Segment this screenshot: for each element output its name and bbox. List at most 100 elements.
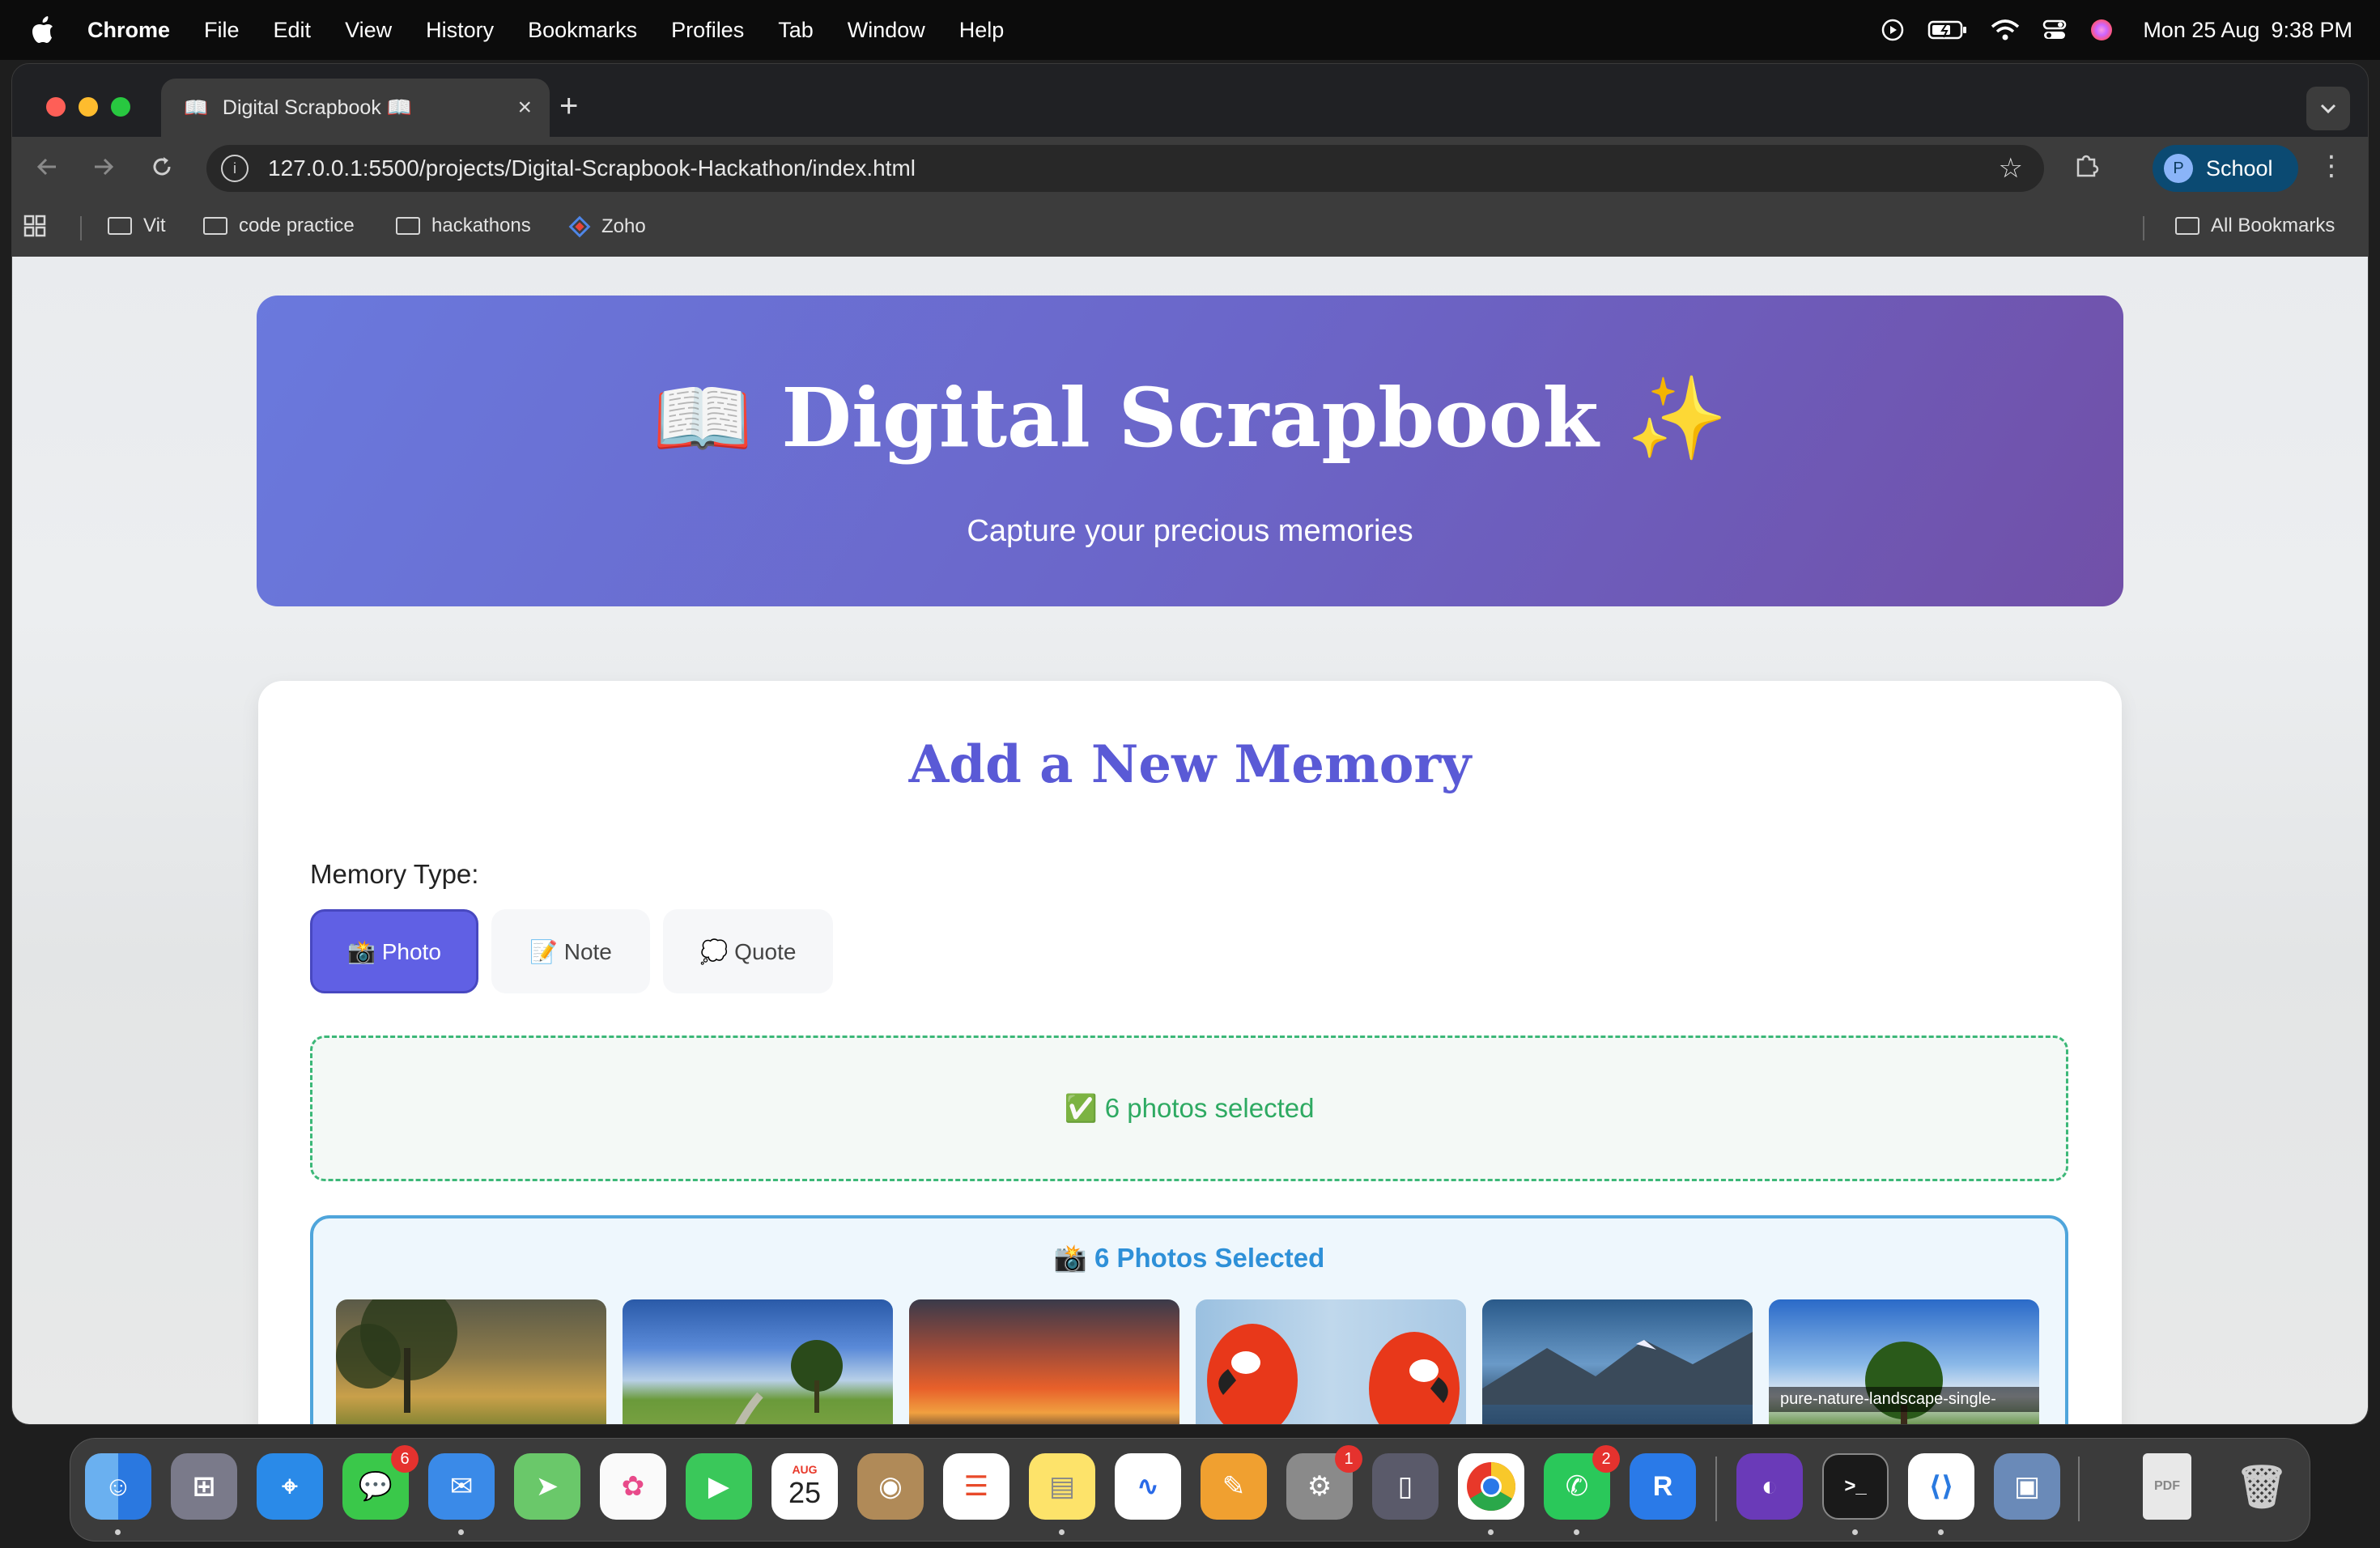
type-quote-button[interactable]: 💭 Quote — [663, 909, 833, 993]
photo-thumbnail[interactable] — [623, 1299, 893, 1424]
dock-separator — [1715, 1457, 1717, 1521]
menu-app-chrome[interactable]: Chrome — [87, 18, 170, 43]
puzzle-icon — [2076, 155, 2099, 177]
photo-thumbnail[interactable] — [909, 1299, 1179, 1424]
close-tab-icon[interactable]: × — [517, 94, 532, 121]
system-settings-icon[interactable]: ⚙ 1 — [1286, 1445, 1362, 1520]
menu-view[interactable]: View — [345, 18, 392, 43]
screen-recording-icon[interactable] — [1881, 18, 1905, 42]
all-bookmarks-button[interactable]: All Bookmarks — [2175, 215, 2335, 237]
reminders-icon[interactable]: ☰ — [943, 1453, 1009, 1520]
bookmark-zoho[interactable]: Zoho — [567, 215, 646, 239]
apple-icon[interactable] — [31, 16, 55, 44]
finder-icon[interactable]: ☺ — [85, 1453, 151, 1520]
photo-caption: pure-nature-landscape-single- — [1769, 1387, 2039, 1412]
github-desktop-icon[interactable]: ◐ — [1736, 1453, 1803, 1520]
type-photo-button[interactable]: 📸 Photo — [310, 909, 478, 993]
siri-icon[interactable] — [2089, 18, 2114, 42]
menu-file[interactable]: File — [204, 18, 240, 43]
system-settings-badge: 1 — [1335, 1445, 1362, 1473]
tab-search-button[interactable] — [2306, 87, 2350, 130]
mail-icon[interactable]: ✉ — [428, 1453, 495, 1520]
launchpad-icon[interactable]: ⊞ — [171, 1453, 237, 1520]
maps-icon[interactable]: ➤ — [514, 1453, 580, 1520]
battery-icon[interactable] — [1927, 19, 1968, 40]
vscode-icon[interactable]: ⟨⟩ — [1908, 1453, 1974, 1520]
menu-profiles[interactable]: Profiles — [671, 18, 744, 43]
hero-banner: 📖 Digital Scrapbook ✨ Capture your preci… — [257, 296, 2123, 606]
contacts-icon[interactable]: ◉ — [857, 1453, 924, 1520]
chrome-icon[interactable] — [1458, 1453, 1524, 1520]
photo-upload-dropzone[interactable]: ✅ 6 photos selected — [310, 1036, 2068, 1181]
clock-time[interactable]: 9:38 PM — [2271, 18, 2352, 43]
bookmark-star-icon[interactable]: ☆ — [1999, 152, 2023, 185]
iphone-mirroring-icon[interactable]: ▯ — [1372, 1453, 1439, 1520]
freeform-icon[interactable]: ∿ — [1115, 1453, 1181, 1520]
menu-help[interactable]: Help — [959, 18, 1005, 43]
bookmark-label: Vit — [143, 215, 166, 236]
photo-thumbnail[interactable]: pure-nature-landscape-single- — [1769, 1299, 2039, 1424]
calendar-month: AUG — [792, 1463, 818, 1476]
messages-icon[interactable]: 💬 6 — [342, 1445, 419, 1520]
terminal-icon[interactable]: >_ — [1822, 1453, 1889, 1520]
bookmark-label: code practice — [239, 215, 355, 236]
address-bar[interactable]: i 127.0.0.1:5500/projects/Digital-Scrapb… — [206, 145, 2044, 192]
bookmark-vit[interactable]: Vit — [108, 215, 166, 237]
menu-history[interactable]: History — [426, 18, 494, 43]
whatsapp-icon[interactable]: ✆ 2 — [1544, 1445, 1620, 1520]
trash-icon[interactable]: 🗑 — [2229, 1453, 2295, 1520]
more-menu-icon[interactable]: ⋮ — [2318, 150, 2345, 182]
divider — [2143, 216, 2144, 240]
bookmarks-bar: Vit code practice hackathons Zoho All Bo… — [12, 200, 2368, 257]
menu-bookmarks[interactable]: Bookmarks — [528, 18, 637, 43]
photos-icon[interactable]: ✿ — [600, 1453, 666, 1520]
pages-icon[interactable]: ✎ — [1201, 1453, 1267, 1520]
preview-title: 📸 6 Photos Selected — [1053, 1243, 1325, 1273]
vnc-viewer-icon[interactable]: R — [1630, 1453, 1696, 1520]
bookmark-label: hackathons — [431, 215, 531, 236]
dock: ☺ ⊞ ⌖ 💬 6 ✉ ➤ ✿ ▶ AUG 25 ◉ ☰ ▤ ∿ ✎ ⚙ 1 ▯ ✆… — [70, 1438, 2310, 1542]
calendar-icon[interactable]: AUG 25 — [771, 1453, 838, 1520]
bookmark-code-practice[interactable]: code practice — [203, 215, 355, 237]
photo-thumbnail[interactable] — [336, 1299, 606, 1424]
forward-button[interactable] — [91, 155, 116, 186]
zoom-window-button[interactable] — [111, 97, 130, 117]
tab-digital-scrapbook[interactable]: 📖 Digital Scrapbook 📖 × — [161, 79, 550, 137]
preview-icon[interactable]: ▣ — [1994, 1453, 2060, 1520]
running-indicator — [1852, 1529, 1858, 1535]
menu-tab[interactable]: Tab — [778, 18, 814, 43]
reload-icon — [153, 157, 171, 176]
reload-button[interactable] — [150, 155, 174, 186]
photo-thumbnail[interactable] — [1482, 1299, 1753, 1424]
running-indicator — [115, 1529, 121, 1535]
apps-grid-icon[interactable] — [23, 215, 46, 237]
facetime-icon[interactable]: ▶ — [686, 1453, 752, 1520]
profile-button[interactable]: P School — [2153, 145, 2298, 192]
back-button[interactable] — [35, 155, 59, 186]
wifi-icon[interactable] — [1991, 19, 2020, 41]
url-text[interactable]: 127.0.0.1:5500/projects/Digital-Scrapboo… — [268, 155, 916, 181]
profile-name: School — [2206, 155, 2273, 181]
pdf-document-icon[interactable]: PDF — [2143, 1453, 2191, 1520]
site-info-icon[interactable]: i — [221, 155, 249, 182]
memory-type-label: Memory Type: — [310, 859, 479, 889]
control-center-icon[interactable] — [2042, 18, 2067, 42]
clock-date[interactable]: Mon 25 Aug — [2143, 18, 2259, 43]
notes-icon[interactable]: ▤ — [1029, 1453, 1095, 1520]
folder-icon — [2175, 217, 2199, 235]
close-window-button[interactable] — [46, 97, 66, 117]
photo-thumbnail[interactable] — [1196, 1299, 1466, 1424]
photo-preview-panel: 📸 6 Photos Selected pure-nature-landscap… — [310, 1215, 2068, 1424]
whatsapp-badge: 2 — [1592, 1445, 1620, 1473]
calendar-day: 25 — [788, 1476, 822, 1509]
minimize-window-button[interactable] — [79, 97, 98, 117]
extensions-button[interactable] — [2073, 151, 2101, 186]
menu-edit[interactable]: Edit — [274, 18, 312, 43]
running-indicator — [1938, 1529, 1944, 1535]
new-tab-button[interactable]: + — [559, 88, 578, 125]
safari-icon[interactable]: ⌖ — [257, 1453, 323, 1520]
type-note-button[interactable]: 📝 Note — [491, 909, 650, 993]
menu-window[interactable]: Window — [848, 18, 925, 43]
browser-window: 📖 Digital Scrapbook 📖 × + i 127.0.0.1:55… — [11, 63, 2369, 1425]
bookmark-hackathons[interactable]: hackathons — [396, 215, 531, 237]
